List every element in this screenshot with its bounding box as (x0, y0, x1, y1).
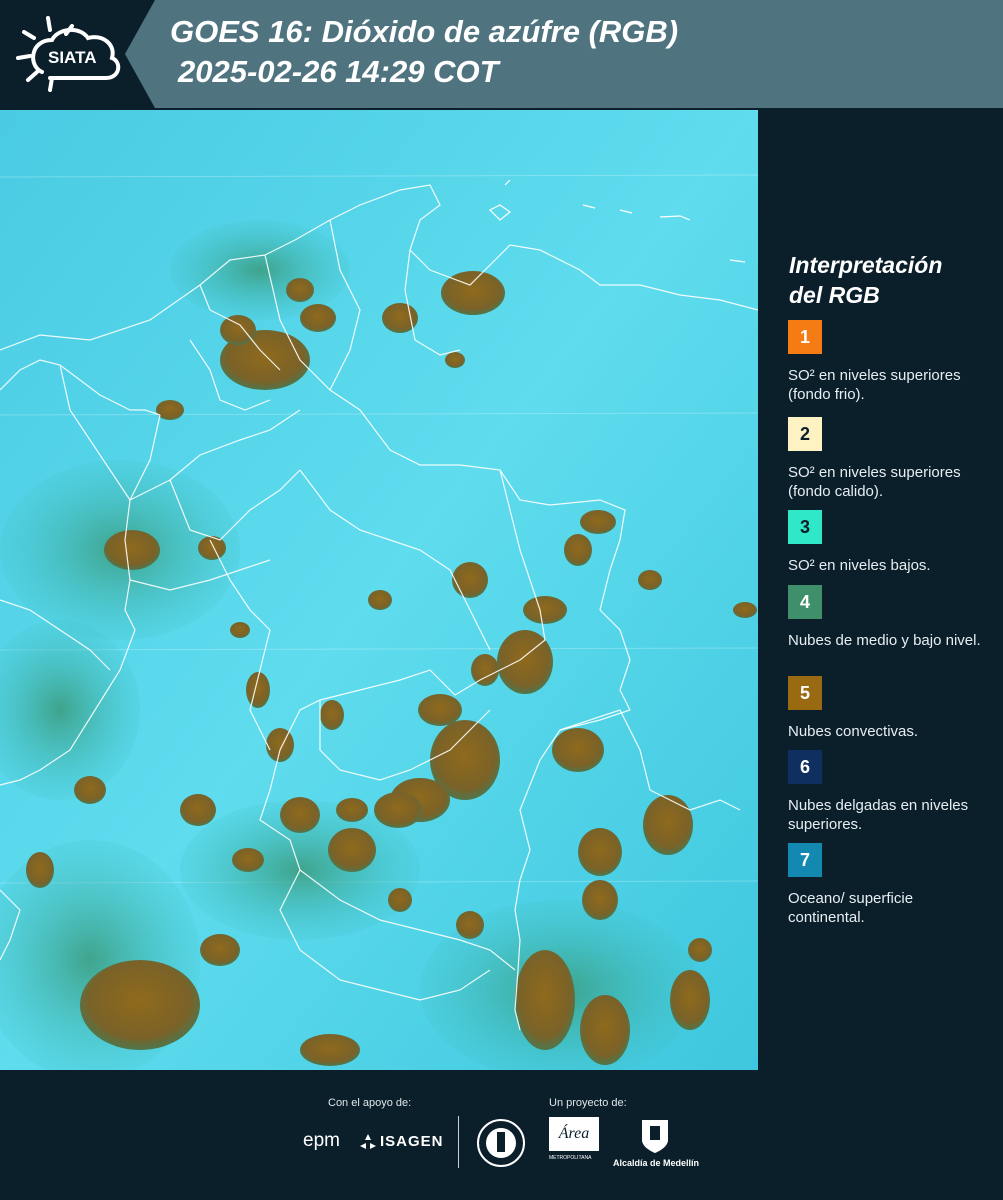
legend-item-6: 6 Nubes delgadas en niveles superiores. (788, 750, 988, 834)
legend-text-2: SO² en niveles superiores (fondo calido)… (788, 464, 961, 500)
alcaldia-shield-icon (642, 1120, 668, 1153)
page-timestamp: 2025-02-26 14:29 COT (178, 54, 499, 89)
project-label: Un proyecto de: (549, 1097, 627, 1109)
isagen-logo: ISAGEN (380, 1133, 444, 1150)
area-logo-word: Área (549, 1117, 599, 1151)
legend-item-3: 3 SO² en niveles bajos. (788, 510, 988, 575)
legend-text-3: SO² en niveles bajos. (788, 557, 931, 574)
footer-divider (458, 1116, 459, 1168)
legend-swatch-7: 7 (788, 843, 822, 877)
legend-text-7: Oceano/ superficie continental. (788, 890, 914, 926)
legend-text-1: SO² en niveles superiores (fondo frio). (788, 367, 961, 403)
legend-item-5: 5 Nubes convectivas. (788, 676, 988, 741)
legend-item-7: 7 Oceano/ superficie continental. (788, 843, 988, 927)
legend-item-1: 1 SO² en niveles superiores (fondo frio)… (788, 320, 988, 404)
logo-text: SIATA (48, 48, 97, 67)
epm-logo: epm (303, 1130, 340, 1151)
legend-swatch-4: 4 (788, 585, 822, 619)
legend-swatch-1: 1 (788, 320, 822, 354)
legend-text-5: Nubes convectivas. (788, 723, 919, 740)
legend-title-line2: del RGB (789, 282, 880, 308)
siata-logo: SIATA (10, 10, 140, 100)
legend-swatch-6: 6 (788, 750, 822, 784)
footer: Con el apoyo de: Un proyecto de: epm ISA… (0, 1070, 1003, 1200)
legend-swatch-2: 2 (788, 417, 822, 451)
legend-item-2: 2 SO² en niveles superiores (fondo calid… (788, 417, 988, 501)
legend-title: Interpretación del RGB (789, 250, 989, 310)
medellin-seal-icon (477, 1119, 525, 1167)
area-metropolitana-logo: Área METROPOLITANA (549, 1117, 599, 1167)
support-label: Con el apoyo de: (328, 1097, 412, 1109)
header: SIATA GOES 16: Dióxido de azúfre (RGB) 2… (0, 0, 1003, 110)
legend-swatch-3: 3 (788, 510, 822, 544)
area-logo-sub: METROPOLITANA (549, 1155, 592, 1161)
legend-title-line1: Interpretación (789, 252, 943, 278)
isagen-icon (360, 1134, 376, 1149)
legend-text-4: Nubes de medio y bajo nivel. (788, 632, 981, 649)
map-canvas (0, 110, 758, 1070)
legend-swatch-5: 5 (788, 676, 822, 710)
legend-panel: Interpretación del RGB 1 SO² en niveles … (776, 110, 1003, 1070)
alcaldia-logo-text: Alcaldía de Medellín (613, 1158, 700, 1168)
satellite-map (0, 110, 758, 1070)
legend-text-6: Nubes delgadas en niveles superiores. (788, 797, 969, 833)
legend-item-4: 4 Nubes de medio y bajo nivel. (788, 585, 988, 650)
page-title: GOES 16: Dióxido de azúfre (RGB) (170, 14, 679, 49)
